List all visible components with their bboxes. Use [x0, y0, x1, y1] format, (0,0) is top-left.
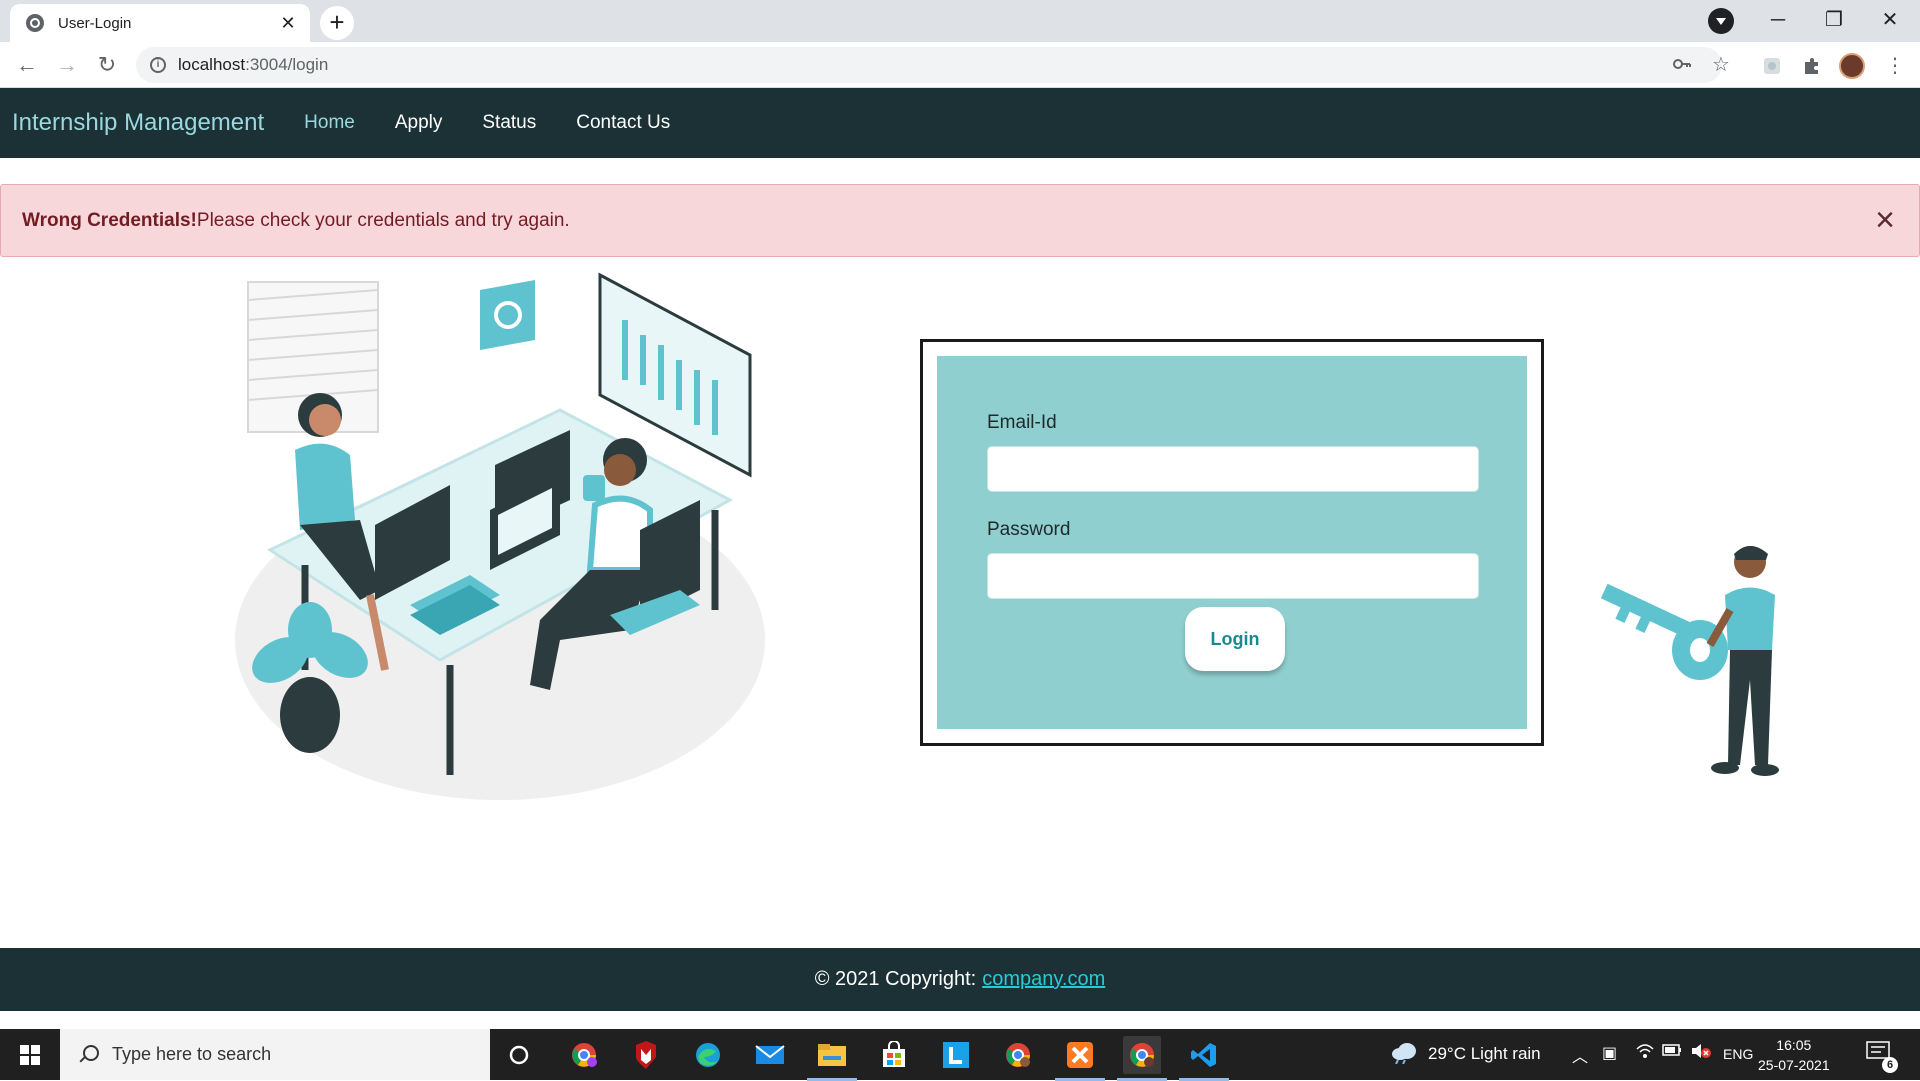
site-footer: © 2021 Copyright: company.com	[0, 948, 1920, 1011]
browser-toolbar: ← → ↻ i localhost:3004/login ☆ ⋮	[0, 42, 1920, 88]
profile-avatar[interactable]	[1839, 53, 1865, 79]
xampp-icon[interactable]	[1055, 1036, 1105, 1081]
edge-icon[interactable]	[689, 1036, 727, 1074]
key-person-illustration	[1600, 546, 1779, 776]
chevron-up-icon[interactable]: ︿	[1572, 1043, 1588, 1067]
address-bar[interactable]: i localhost:3004/login	[136, 47, 1722, 83]
windows-taskbar: Type here to search 29°C Light rain ︿ ▣	[0, 1029, 1920, 1081]
globe-icon	[26, 14, 44, 32]
taskbar-clock[interactable]: 16:05 25-07-2021	[1758, 1035, 1830, 1075]
meet-now-icon[interactable]: ▣	[1602, 1043, 1617, 1063]
forward-icon[interactable]: →	[52, 50, 82, 80]
reload-icon[interactable]: ↻	[92, 50, 122, 80]
l-app-icon[interactable]	[937, 1036, 975, 1074]
error-alert: Wrong Credentials! Please check your cre…	[0, 184, 1920, 257]
wifi-icon[interactable]	[1636, 1043, 1654, 1064]
tab-close-icon[interactable]: ✕	[278, 13, 298, 34]
minimize-button[interactable]: ─	[1750, 4, 1806, 36]
mail-icon[interactable]	[751, 1036, 789, 1074]
brand-title[interactable]: Internship Management	[12, 109, 264, 137]
puzzle-icon[interactable]	[1801, 55, 1823, 77]
vscode-icon[interactable]	[1179, 1036, 1229, 1081]
clock-date: 25-07-2021	[1758, 1057, 1830, 1073]
extension-icon[interactable]	[1761, 55, 1783, 77]
close-window-button[interactable]: ✕	[1862, 4, 1918, 36]
clock-time: 16:05	[1776, 1037, 1812, 1053]
mcafee-icon[interactable]	[627, 1036, 665, 1074]
key-icon[interactable]	[1672, 54, 1692, 80]
search-placeholder: Type here to search	[112, 1044, 272, 1064]
weather-text[interactable]: 29°C Light rain	[1428, 1044, 1541, 1064]
site-info-icon[interactable]: i	[150, 57, 166, 73]
password-field[interactable]	[987, 553, 1479, 599]
office-illustration	[235, 272, 765, 800]
alert-close-icon[interactable]: ×	[1869, 203, 1901, 237]
login-card: Email-Id Password Login	[920, 339, 1544, 746]
start-button[interactable]	[0, 1029, 60, 1080]
store-icon[interactable]	[875, 1036, 913, 1074]
browser-tabstrip: User-Login ✕ + ─ ❐ ✕	[0, 0, 1920, 42]
windows-logo-icon	[20, 1044, 40, 1065]
footer-link[interactable]: company.com	[982, 968, 1105, 991]
file-explorer-icon[interactable]	[807, 1036, 857, 1081]
taskbar-search[interactable]: Type here to search	[60, 1029, 490, 1080]
email-field[interactable]	[987, 446, 1479, 492]
volume-muted-icon[interactable]	[1690, 1043, 1712, 1064]
search-icon	[78, 1044, 99, 1065]
chrome-icon[interactable]	[999, 1036, 1037, 1074]
login-button[interactable]: Login	[1185, 607, 1285, 671]
new-tab-button[interactable]: +	[320, 6, 354, 40]
nav-link-home[interactable]: Home	[304, 112, 355, 134]
password-label: Password	[987, 519, 1071, 540]
menu-dots-icon[interactable]: ⋮	[1884, 55, 1906, 77]
url-text: localhost:3004/login	[178, 55, 329, 74]
login-form: Email-Id Password Login	[937, 356, 1527, 729]
footer-copyright: © 2021 Copyright:	[814, 968, 977, 990]
chrome-profile-icon[interactable]	[565, 1036, 603, 1074]
email-label: Email-Id	[987, 412, 1057, 433]
tab-search-icon[interactable]	[1708, 8, 1734, 34]
alert-message: Please check your credentials and try ag…	[196, 209, 570, 231]
browser-tab[interactable]: User-Login ✕	[10, 4, 310, 42]
alert-title: Wrong Credentials!	[22, 209, 197, 231]
notification-center-icon[interactable]: 6	[1866, 1041, 1898, 1073]
weather-cloud-icon[interactable]	[1390, 1040, 1418, 1069]
maximize-button[interactable]: ❐	[1806, 4, 1862, 36]
language-indicator[interactable]: ENG	[1723, 1046, 1753, 1062]
bookmark-star-icon[interactable]: ☆	[1712, 52, 1730, 77]
nav-link-status[interactable]: Status	[482, 112, 536, 134]
back-icon[interactable]: ←	[12, 50, 42, 80]
notification-count: 6	[1882, 1057, 1898, 1073]
nav-link-apply[interactable]: Apply	[395, 112, 443, 134]
site-navbar: Internship Management Home Apply Status …	[0, 88, 1920, 158]
tab-title: User-Login	[58, 14, 132, 32]
nav-link-contact[interactable]: Contact Us	[576, 112, 670, 134]
battery-icon[interactable]	[1662, 1043, 1682, 1062]
chrome-active-icon[interactable]	[1117, 1036, 1167, 1081]
cortana-icon[interactable]	[500, 1036, 538, 1074]
